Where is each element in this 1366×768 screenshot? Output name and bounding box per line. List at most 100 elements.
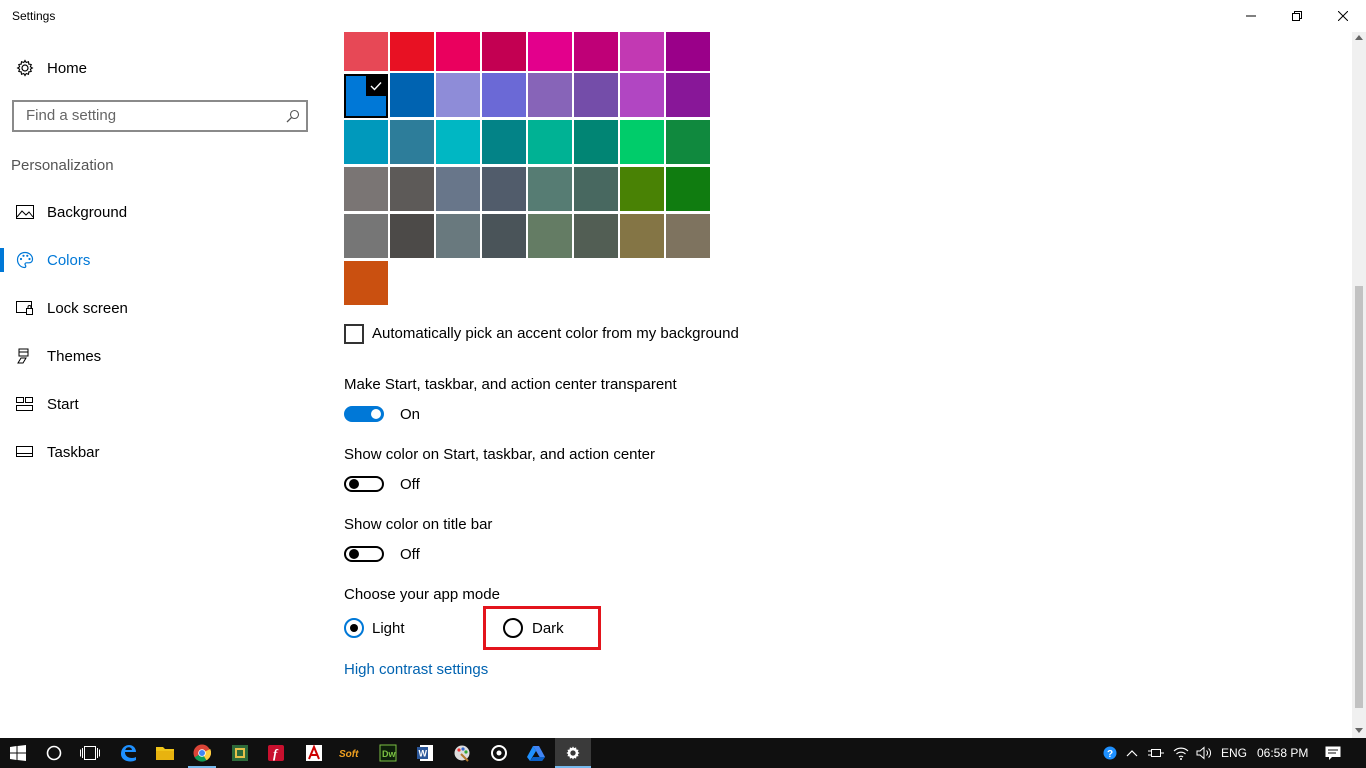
auto-pick-checkbox[interactable] <box>344 324 364 344</box>
color-swatch[interactable] <box>344 120 388 164</box>
network-tray-button[interactable] <box>1170 738 1192 768</box>
app-button[interactable] <box>222 738 258 768</box>
task-view-button[interactable] <box>72 738 108 768</box>
scroll-up-icon[interactable] <box>1355 34 1363 40</box>
color-swatch[interactable] <box>574 32 618 71</box>
scrollbar[interactable] <box>1352 32 1366 738</box>
search-input[interactable] <box>24 106 278 125</box>
color-swatch[interactable] <box>482 32 526 71</box>
clock[interactable]: 06:58 PM <box>1257 746 1308 760</box>
color-swatch[interactable] <box>436 167 480 211</box>
color-swatch[interactable] <box>482 214 526 258</box>
scrollbar-thumb[interactable] <box>1355 286 1363 708</box>
color-swatch[interactable] <box>528 120 572 164</box>
color-swatch[interactable] <box>436 214 480 258</box>
soft-icon: Soft <box>339 749 359 759</box>
chrome-icon <box>193 744 211 762</box>
action-center-button[interactable] <box>1316 738 1350 768</box>
help-icon: ? <box>1103 746 1117 760</box>
sidebar-item-label: Themes <box>47 347 102 365</box>
word-button[interactable]: W <box>407 738 443 768</box>
color-swatch[interactable] <box>666 214 710 258</box>
chevron-up-icon <box>1126 750 1138 757</box>
color-swatch[interactable] <box>482 73 526 117</box>
show-hidden-icons-button[interactable] <box>1122 738 1142 768</box>
taskbar-icon <box>16 443 34 461</box>
color-swatch[interactable] <box>390 214 434 258</box>
color-swatch[interactable] <box>390 120 434 164</box>
light-radio[interactable] <box>344 618 364 638</box>
high-contrast-link[interactable]: High contrast settings <box>344 661 488 678</box>
restore-button[interactable] <box>1274 0 1320 32</box>
paint-button[interactable] <box>444 738 480 768</box>
sidebar-item-taskbar[interactable]: Taskbar <box>0 432 320 472</box>
sidebar-item-lock-screen[interactable]: Lock screen <box>0 288 320 328</box>
color-swatch[interactable] <box>666 73 710 117</box>
file-explorer-button[interactable] <box>147 738 183 768</box>
show-color-title-label: Show color on title bar <box>344 516 493 533</box>
scroll-down-icon[interactable] <box>1355 728 1363 734</box>
flashget-button[interactable]: f <box>258 738 294 768</box>
help-tray-button[interactable]: ? <box>1100 738 1120 768</box>
sidebar-item-colors[interactable]: Colors <box>0 240 320 280</box>
color-swatch[interactable] <box>574 120 618 164</box>
start-button[interactable] <box>0 738 36 768</box>
color-swatch[interactable] <box>620 120 664 164</box>
color-swatch[interactable] <box>390 73 434 117</box>
language-indicator[interactable]: ENG <box>1221 746 1247 760</box>
color-swatch[interactable] <box>574 73 618 117</box>
sidebar-item-home[interactable]: Home <box>0 48 320 88</box>
power-tray-button[interactable] <box>1145 738 1167 768</box>
acrobat-button[interactable] <box>296 738 332 768</box>
color-swatch[interactable] <box>344 32 388 71</box>
color-swatch[interactable] <box>666 167 710 211</box>
color-swatch[interactable] <box>436 32 480 71</box>
color-swatch[interactable] <box>528 167 572 211</box>
cortana-button[interactable] <box>36 738 72 768</box>
dark-radio[interactable] <box>503 618 523 638</box>
color-swatch[interactable] <box>482 167 526 211</box>
color-swatch[interactable] <box>344 261 388 305</box>
sidebar-item-background[interactable]: Background <box>0 192 320 232</box>
minimize-button[interactable] <box>1228 0 1274 32</box>
color-swatch[interactable] <box>390 167 434 211</box>
dreamweaver-button[interactable]: Dw <box>370 738 406 768</box>
color-swatch[interactable] <box>620 32 664 71</box>
color-swatch[interactable] <box>436 73 480 117</box>
color-swatch[interactable] <box>528 214 572 258</box>
color-swatch[interactable] <box>620 214 664 258</box>
drive-icon <box>527 746 545 761</box>
svg-text:W: W <box>419 749 428 759</box>
search-box[interactable] <box>12 100 308 132</box>
settings-button[interactable] <box>555 738 591 768</box>
close-button[interactable] <box>1320 0 1366 32</box>
color-swatch[interactable] <box>390 32 434 71</box>
color-swatch[interactable] <box>482 120 526 164</box>
volume-tray-button[interactable] <box>1193 738 1215 768</box>
media-button[interactable] <box>481 738 517 768</box>
edge-button[interactable] <box>110 738 146 768</box>
sidebar-item-label: Background <box>47 203 128 221</box>
color-swatch[interactable] <box>620 73 664 117</box>
chrome-button[interactable] <box>184 738 220 768</box>
color-swatch[interactable] <box>344 167 388 211</box>
color-swatch[interactable] <box>666 32 710 71</box>
sidebar-item-start[interactable]: Start <box>0 384 320 424</box>
color-swatch[interactable] <box>620 167 664 211</box>
search-icon[interactable] <box>286 109 300 128</box>
color-swatch[interactable] <box>574 214 618 258</box>
color-swatch[interactable] <box>666 120 710 164</box>
sidebar-item-themes[interactable]: Themes <box>0 336 320 376</box>
transparency-toggle[interactable] <box>344 406 384 422</box>
color-swatch[interactable] <box>436 120 480 164</box>
show-color-title-toggle[interactable] <box>344 546 384 562</box>
soft-button[interactable]: Soft <box>332 738 368 768</box>
show-color-start-toggle[interactable] <box>344 476 384 492</box>
color-swatch[interactable] <box>574 167 618 211</box>
color-swatch[interactable] <box>528 73 572 117</box>
sidebar-item-label: Home <box>47 59 88 77</box>
color-swatch[interactable] <box>344 74 388 118</box>
color-swatch[interactable] <box>344 214 388 258</box>
drive-button[interactable] <box>518 738 554 768</box>
color-swatch[interactable] <box>528 32 572 71</box>
